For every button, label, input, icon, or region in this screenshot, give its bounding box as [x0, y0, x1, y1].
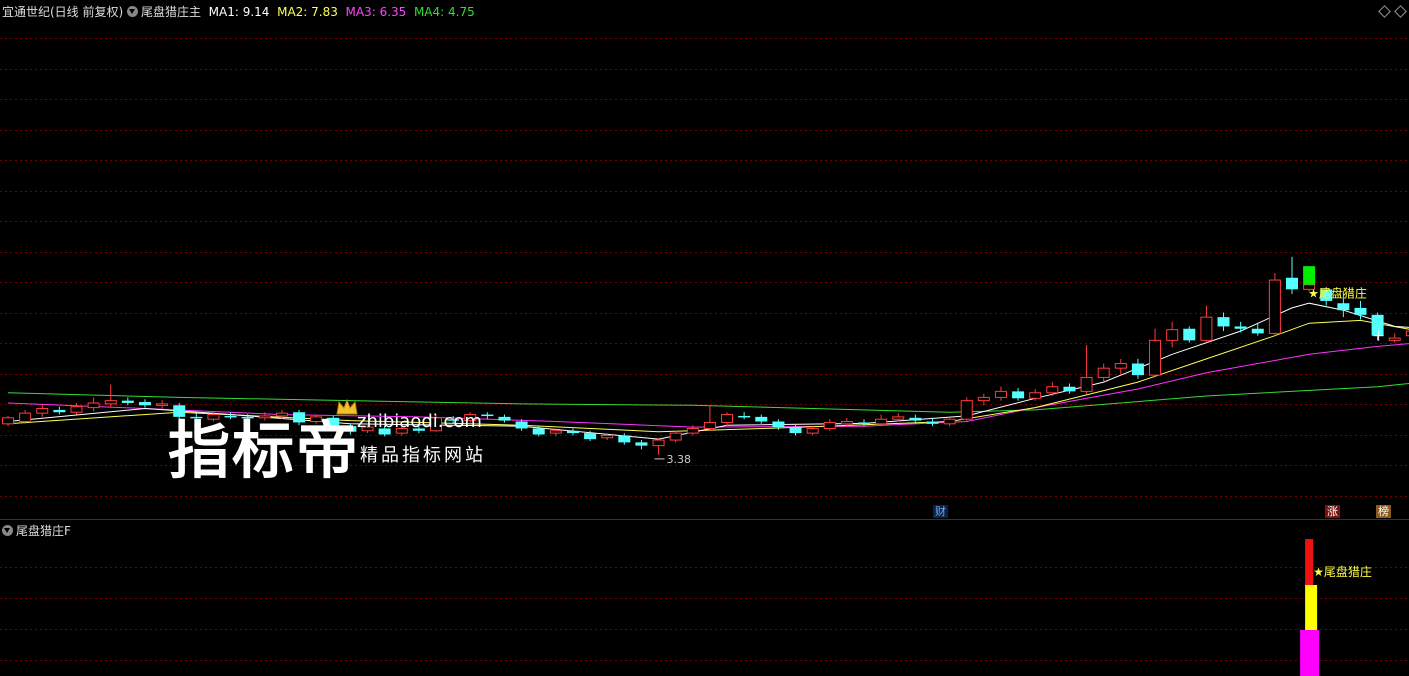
- candle-body-down: [1371, 314, 1384, 336]
- candle-body-up: [1149, 339, 1162, 376]
- candle-body-up: [601, 434, 614, 439]
- candle-body-up: [943, 418, 956, 425]
- ma2-line: [7, 319, 1409, 433]
- candle-body-down: [1012, 391, 1025, 399]
- stock-name[interactable]: 宜通世纪(日线 前复权): [2, 5, 123, 19]
- candle-body-down: [498, 416, 511, 421]
- candle-body-up: [36, 408, 49, 414]
- candle-body-down: [909, 417, 922, 421]
- candle-body-up: [721, 414, 734, 423]
- candle-body-down: [1286, 277, 1298, 290]
- candle-body-up: [1200, 316, 1213, 341]
- dropdown-icon[interactable]: [127, 6, 139, 17]
- candle-body-down: [858, 422, 870, 424]
- limit-up-badge[interactable]: 涨: [1325, 505, 1340, 518]
- candle-body-down: [635, 442, 648, 446]
- dropdown-icon[interactable]: [2, 525, 13, 536]
- candle-body-down: [481, 414, 494, 417]
- candle-body-down: [755, 416, 768, 422]
- candle-body-up: [156, 403, 169, 406]
- candle-body-up: [2, 417, 14, 425]
- candle-body-up: [977, 396, 990, 402]
- ma4-value: MA4: 4.75: [413, 5, 475, 19]
- ma3-value: MA3: 6.35: [345, 5, 407, 19]
- candle-body-up: [1029, 392, 1042, 399]
- candle-body-down: [789, 427, 802, 434]
- candle-body-down: [926, 421, 939, 424]
- ma1-value: MA1: 9.14: [208, 5, 270, 19]
- candle-body-up: [840, 421, 853, 425]
- sub-bar-yellow: [1305, 585, 1318, 630]
- candle-body-down: [772, 421, 785, 428]
- candle-body-up: [652, 439, 665, 447]
- candle-body-up: [1388, 337, 1401, 341]
- sub-indicator-bars: ★尾盘猎庄: [1300, 539, 1372, 676]
- sub-signal-label: ★尾盘猎庄: [1313, 564, 1372, 579]
- candle-body-down: [515, 421, 528, 429]
- candle-body-down: [53, 409, 66, 413]
- candle-body-down: [738, 415, 751, 418]
- watermark-domain: zhibiaodi.com: [357, 411, 482, 432]
- indicator-name[interactable]: 尾盘猎庄主: [141, 5, 201, 19]
- candle-body-up: [1268, 279, 1281, 334]
- candle-body-down: [1063, 386, 1076, 392]
- candle-body-up: [875, 418, 888, 425]
- ma2-value: MA2: 7.83: [277, 5, 338, 19]
- candle-body-down: [1354, 307, 1367, 315]
- low-price-label: 3.38: [667, 453, 692, 466]
- candle-body-down: [121, 400, 134, 403]
- candle-body-down: [1234, 326, 1247, 329]
- ma1-line: [7, 302, 1409, 440]
- moving-averages: [7, 302, 1409, 440]
- candle-body-up: [669, 432, 682, 441]
- candle-body-up: [1080, 376, 1093, 392]
- candle-body-down: [138, 402, 151, 406]
- candle-body-up: [104, 400, 117, 405]
- candle-body-down: [1183, 328, 1196, 341]
- candle-body-down: [1217, 317, 1230, 327]
- candle-body-up: [1046, 386, 1059, 394]
- financial-badge[interactable]: 财: [933, 505, 948, 518]
- candle-body-up: [994, 390, 1007, 398]
- candle-body-down: [532, 428, 545, 435]
- candle-body-down: [1337, 303, 1350, 311]
- candle-body-up: [703, 421, 716, 429]
- sub-panel-title[interactable]: 尾盘猎庄F: [16, 524, 71, 538]
- candle-body-up: [1097, 367, 1110, 378]
- sub-bar-magenta: [1300, 630, 1320, 676]
- rank-badge[interactable]: 榜: [1376, 505, 1391, 518]
- candle-body-down: [584, 433, 597, 440]
- signal-marker: [1303, 266, 1316, 285]
- candle-body-up: [87, 402, 100, 409]
- candle-body-up: [70, 406, 83, 413]
- candle-body-up: [1114, 363, 1127, 369]
- candlestick-chart: ★尾盘猎庄 11.283.38★尾盘猎庄: [0, 38, 1409, 676]
- candle-body-down: [618, 435, 631, 443]
- candle-body-down: [1131, 363, 1144, 376]
- header: 宜通世纪(日线 前复权) 尾盘猎庄主 MA1: 9.14 MA2: 7.83 M…: [2, 3, 475, 20]
- candle-body-up: [806, 427, 819, 434]
- sub-bar-red: [1305, 539, 1314, 585]
- candle-body-up: [549, 430, 562, 434]
- candle-body-up: [823, 421, 836, 429]
- candle-body-up: [19, 412, 32, 423]
- candle-body-up: [686, 427, 699, 434]
- watermark-tagline: 精品指标网站: [360, 445, 486, 466]
- watermark-logo: 指标帝: [168, 414, 361, 487]
- candle-body-down: [566, 430, 579, 434]
- price-grid: [0, 38, 1409, 661]
- candle-body-up: [892, 416, 905, 420]
- crown-icon: [336, 398, 358, 415]
- signal-label: ★尾盘猎庄: [1308, 285, 1367, 300]
- candle-body-down: [1251, 328, 1264, 334]
- sub-panel-header: 尾盘猎庄F: [2, 522, 71, 539]
- candle-body-up: [1166, 329, 1179, 341]
- candle-body-up: [960, 400, 973, 420]
